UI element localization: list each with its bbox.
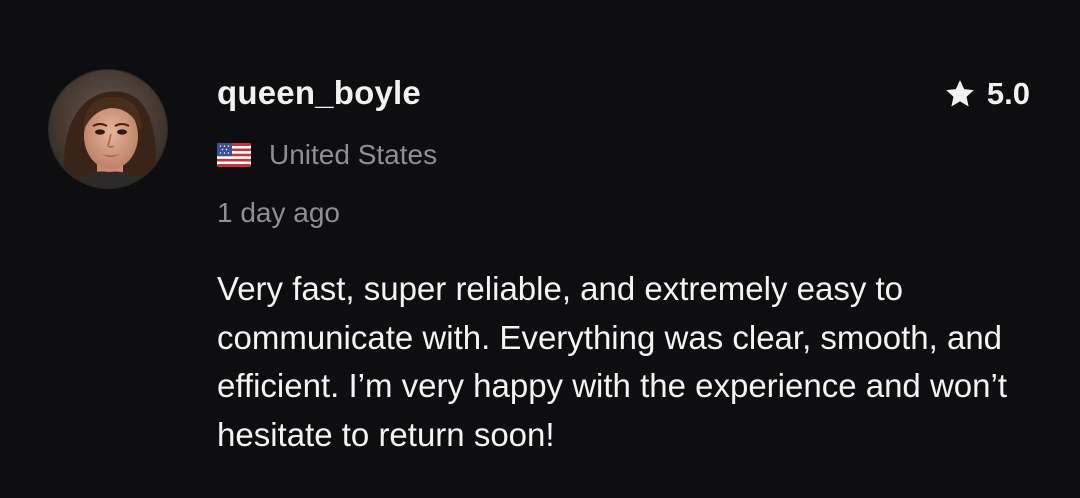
avatar-image — [49, 70, 167, 188]
avatar[interactable] — [48, 69, 168, 189]
review-card: queen_boyle 5.0 United States 1 day ago — [0, 0, 1080, 498]
us-flag-icon — [217, 143, 251, 167]
rating-value: 5.0 — [986, 76, 1030, 111]
rating: 5.0 — [943, 74, 1030, 114]
country: United States — [217, 138, 437, 172]
review-timestamp: 1 day ago — [217, 197, 340, 228]
review-text: Very fast, super reliable, and extremely… — [217, 270, 1007, 453]
star-icon — [946, 80, 974, 107]
country-name: United States — [269, 139, 438, 170]
username[interactable]: queen_boyle — [217, 73, 421, 113]
